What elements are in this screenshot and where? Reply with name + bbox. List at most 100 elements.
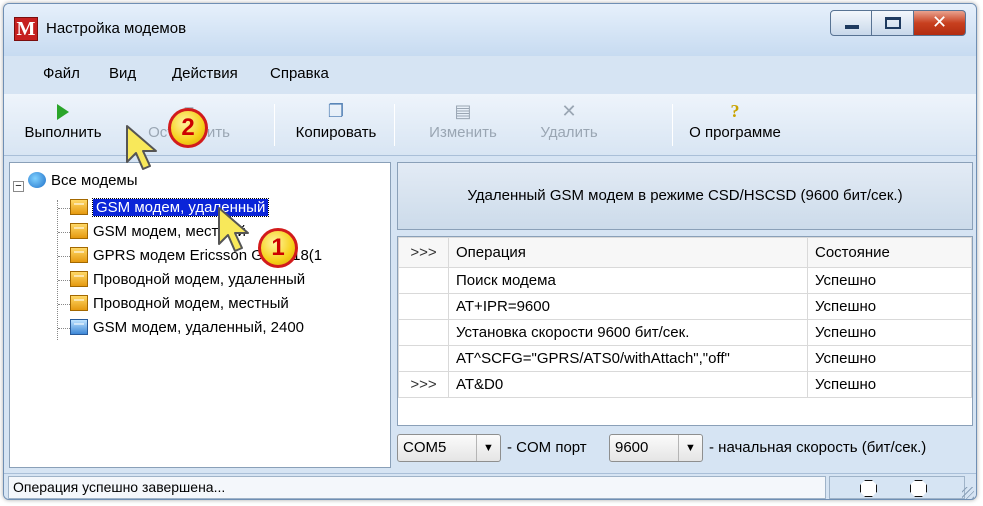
tree-connector: [58, 208, 70, 209]
com-port-label: - COM порт: [507, 439, 587, 456]
menu-bar: Файл Вид Действия Справка: [4, 56, 976, 94]
row-operation: Установка скорости 9600 бит/сек.: [448, 319, 808, 346]
run-label: Выполнить: [24, 124, 102, 141]
indicator-icon: [860, 480, 877, 497]
server-icon: [70, 295, 88, 311]
edit-button[interactable]: ▤ Изменить: [418, 98, 508, 152]
tree-connector: [58, 304, 70, 305]
copy-label: Копировать: [295, 124, 377, 141]
app-window: M Настройка модемов ✕ Файл Вид Действия …: [3, 3, 977, 500]
callout-1-badge: 1: [258, 228, 298, 268]
tree-connector: [58, 280, 70, 281]
row-operation: Поиск модема: [448, 267, 808, 294]
table-row[interactable]: Установка скорости 9600 бит/сек. Успешно: [398, 319, 972, 346]
menu-file[interactable]: Файл: [43, 65, 80, 82]
baud-rate-value: 9600: [615, 439, 649, 456]
row-marker: [398, 267, 449, 294]
row-status: Успешно: [807, 293, 972, 320]
tree-item-wired-remote[interactable]: Проводной модем, удаленный: [70, 269, 305, 290]
chevron-down-icon: ▼: [678, 435, 702, 461]
table-row[interactable]: AT^SCFG="GPRS/ATS0/withAttach","off" Усп…: [398, 345, 972, 372]
table-header-row: >>> Операция Состояние: [398, 237, 972, 268]
row-operation: AT&D0: [448, 371, 808, 398]
mouse-pointer-icon: [218, 207, 249, 252]
delete-button[interactable]: ✕ Удалить: [534, 98, 604, 152]
globe-icon: [28, 172, 46, 188]
chevron-down-icon: ▼: [476, 435, 500, 461]
network-server-icon: [70, 319, 88, 335]
edit-icon: ▤: [454, 101, 472, 121]
table-row[interactable]: >>> AT&D0 Успешно: [398, 371, 972, 398]
com-port-select[interactable]: COM5 ▼: [397, 434, 501, 462]
table-row[interactable]: AT+IPR=9600 Успешно: [398, 293, 972, 320]
server-icon: [70, 223, 88, 239]
row-marker: [398, 345, 449, 372]
table-row[interactable]: Поиск модема Успешно: [398, 267, 972, 294]
edit-label: Изменить: [429, 124, 497, 141]
app-icon: M: [14, 17, 38, 41]
play-icon: [10, 98, 116, 124]
baud-rate-select[interactable]: 9600 ▼: [609, 434, 703, 462]
row-status: Успешно: [807, 371, 972, 398]
server-icon: [70, 199, 88, 215]
tree-root[interactable]: Все модемы: [28, 170, 138, 191]
copy-icon: ❐: [327, 101, 345, 121]
tree-item-label: GSM модем, удаленный, 2400: [93, 319, 305, 336]
com-port-value: COM5: [403, 439, 447, 456]
about-button[interactable]: ? О программе: [680, 98, 790, 152]
collapse-toggle[interactable]: −: [13, 181, 24, 192]
tree-item-label: Проводной модем, удаленный: [93, 271, 306, 288]
server-icon: [70, 247, 88, 263]
tree-connector: [58, 328, 70, 329]
toolbar-separator: [394, 104, 395, 146]
run-button[interactable]: Выполнить: [10, 98, 116, 152]
row-operation: AT^SCFG="GPRS/ATS0/withAttach","off": [448, 345, 808, 372]
maximize-button[interactable]: [872, 10, 914, 36]
about-label: О программе: [689, 124, 781, 141]
row-status: Успешно: [807, 345, 972, 372]
column-header-marker[interactable]: >>>: [398, 237, 449, 268]
details-pane: Удаленный GSM модем в режиме CSD/HSCSD (…: [397, 162, 976, 468]
toolbar-separator: [274, 104, 275, 146]
close-icon: ✕: [931, 12, 948, 32]
minimize-icon: [845, 25, 859, 29]
menu-actions[interactable]: Действия: [172, 65, 238, 82]
status-text: Операция успешно завершена...: [8, 476, 826, 499]
menu-help[interactable]: Справка: [270, 65, 329, 82]
details-header: Удаленный GSM модем в режиме CSD/HSCSD (…: [397, 162, 973, 230]
row-marker: [398, 293, 449, 320]
tree-item-wired-local[interactable]: Проводной модем, местный: [70, 293, 289, 314]
column-header-status[interactable]: Состояние: [807, 237, 972, 268]
close-button[interactable]: ✕: [914, 10, 966, 36]
mouse-pointer-icon: [126, 125, 157, 170]
minimize-button[interactable]: [830, 10, 872, 36]
resize-grip[interactable]: [962, 487, 974, 499]
row-status: Успешно: [807, 319, 972, 346]
row-status: Успешно: [807, 267, 972, 294]
tree-item-gsm-2400[interactable]: GSM модем, удаленный, 2400: [70, 317, 304, 338]
toolbar-separator: [672, 104, 673, 146]
callout-2-badge: 2: [168, 108, 208, 148]
copy-button[interactable]: ❐ Копировать: [284, 98, 388, 152]
operations-grid: >>> Операция Состояние Поиск модема Успе…: [397, 236, 973, 426]
tree-connector: [58, 256, 70, 257]
status-bar: Операция успешно завершена...: [4, 473, 976, 499]
status-indicators: [829, 476, 965, 499]
tree-item-label: Проводной модем, местный: [93, 295, 289, 312]
title-bar: M Настройка модемов ✕: [4, 4, 976, 56]
tree-root-label: Все модемы: [51, 172, 138, 189]
tree-connector: [58, 232, 70, 233]
indicator-icon: [910, 480, 927, 497]
delete-label: Удалить: [540, 124, 598, 141]
question-icon: ?: [730, 101, 740, 121]
menu-view[interactable]: Вид: [109, 65, 136, 82]
maximize-icon: [885, 17, 901, 29]
connection-settings: COM5 ▼ - COM порт 9600 ▼ - начальная ско…: [397, 434, 976, 464]
column-header-operation[interactable]: Операция: [448, 237, 808, 268]
row-marker: [398, 319, 449, 346]
delete-icon: ✕: [561, 101, 577, 121]
row-operation: AT+IPR=9600: [448, 293, 808, 320]
row-marker: >>>: [398, 371, 449, 398]
server-icon: [70, 271, 88, 287]
baud-rate-label: - начальная скорость (бит/сек.): [709, 439, 927, 456]
